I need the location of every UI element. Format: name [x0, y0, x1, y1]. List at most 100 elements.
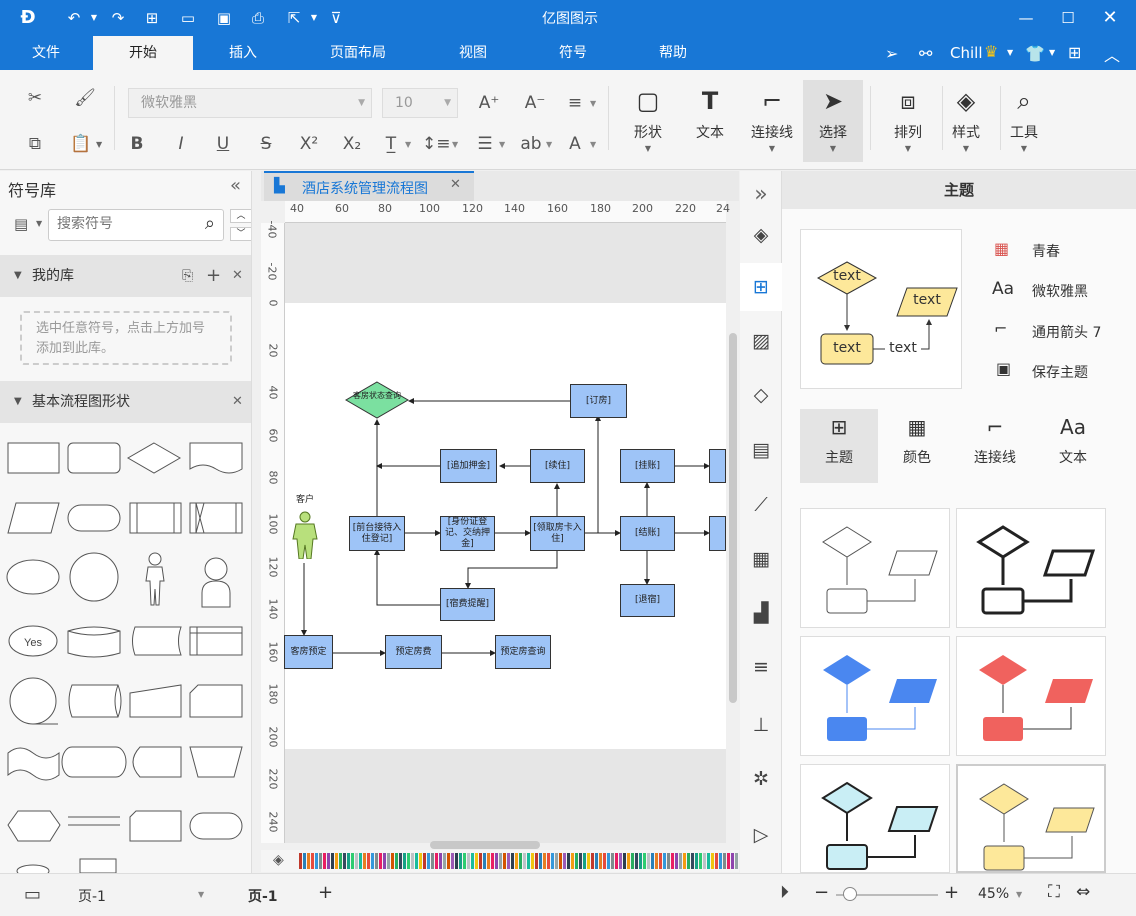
save-icon[interactable]: ▣ — [214, 8, 234, 28]
flow-node-charge[interactable]: [挂账] — [620, 449, 675, 483]
apps-icon[interactable]: ⊞ — [1068, 43, 1081, 62]
add-icon[interactable]: + — [206, 255, 221, 297]
menu-symbol[interactable]: 符号 — [537, 36, 609, 70]
format-painter-icon[interactable]: 🖌 — [72, 86, 98, 110]
image-icon[interactable]: ▨ — [740, 317, 782, 365]
drawing-page[interactable]: 客户 客房状态查询 [订房] [追加押金] [续住] [挂账] [前台接待入住登… — [284, 303, 726, 749]
bullets-icon[interactable]: ☰ — [472, 132, 498, 156]
paste-icon[interactable]: 📋 — [68, 132, 94, 156]
fill-bucket-icon[interactable]: ◈ — [273, 852, 284, 868]
document-tab[interactable]: ▙ 酒店系统管理流程图 ✕ — [264, 171, 474, 201]
theme-connector[interactable]: 通用箭头 7 — [1032, 322, 1101, 342]
paste-dropdown-icon[interactable]: ▼ — [96, 140, 102, 149]
page-view-icon[interactable]: ▭ — [24, 884, 41, 905]
maximize-icon[interactable]: ☐ — [1056, 6, 1080, 30]
symbol-search-input[interactable] — [57, 216, 187, 232]
collapse-panel-icon[interactable]: « — [230, 175, 241, 196]
symbol-search-box[interactable]: ⌕ — [48, 209, 224, 241]
theme-thumb-blue[interactable] — [800, 636, 950, 756]
library-menu-dropdown-icon[interactable]: ▼ — [36, 219, 42, 228]
canvas-vertical-scrollbar[interactable] — [727, 223, 739, 843]
theme-font[interactable]: 微软雅黑 — [1032, 281, 1088, 301]
import-icon[interactable]: ⎘ — [182, 255, 193, 297]
arrange-button[interactable]: ⧈ 排列 ▼ — [878, 80, 938, 162]
user-name[interactable]: Chill — [950, 44, 982, 62]
presentation-icon[interactable]: ▷ — [740, 811, 782, 859]
close-icon[interactable]: ✕ — [232, 255, 243, 297]
save-theme-button[interactable]: 保存主题 — [1032, 362, 1088, 382]
increase-font-icon[interactable]: A⁺ — [476, 91, 502, 115]
export-icon[interactable]: ⇱ — [284, 8, 304, 28]
select-tool-button[interactable]: ➤ 选择 ▼ — [803, 80, 863, 162]
text-case-icon[interactable]: ab — [518, 132, 544, 156]
bold-icon[interactable]: B — [124, 132, 150, 156]
page-select-dropdown-icon[interactable]: ▼ — [198, 890, 204, 899]
flow-node-card[interactable]: [领取房卡入住] — [530, 516, 585, 551]
align-dropdown-icon[interactable]: ▼ — [590, 99, 596, 108]
close-icon[interactable]: ✕ — [232, 381, 243, 423]
close-window-icon[interactable]: ✕ — [1098, 6, 1122, 30]
theme-thumb-red[interactable] — [956, 636, 1106, 756]
menu-help[interactable]: 帮助 — [637, 36, 709, 70]
font-color-dropdown-icon[interactable]: ▼ — [590, 140, 596, 149]
tools-button[interactable]: ⌕ 工具 ▼ — [994, 80, 1054, 162]
building-icon[interactable]: ▟ — [740, 589, 782, 637]
text-format-dropdown-icon[interactable]: ▼ — [405, 140, 411, 149]
theme-thumb-outline[interactable] — [800, 508, 950, 628]
library-menu-icon[interactable]: ▤ — [14, 215, 28, 233]
menu-home[interactable]: 开始 — [93, 36, 193, 70]
theme-thumb-yellow-selected[interactable] — [956, 764, 1106, 873]
basic-shapes-grid[interactable]: Yes — [0, 427, 252, 873]
share-icon[interactable]: ⚯ — [919, 44, 932, 63]
gantt-icon[interactable]: ≡ — [740, 643, 782, 691]
scroll-down-button[interactable]: ﹀ — [230, 227, 251, 241]
search-icon[interactable]: ⌕ — [205, 213, 215, 234]
text-case-dropdown-icon[interactable]: ▼ — [546, 140, 552, 149]
mindmap-icon[interactable]: ✲ — [740, 755, 782, 803]
connector-tool-button[interactable]: ⌐ 连接线 ▼ — [742, 80, 802, 162]
theme-thumb-bold[interactable] — [956, 508, 1106, 628]
customize-toolbar-icon[interactable]: ⊽ — [326, 8, 346, 28]
style-button[interactable]: ◈ 样式 ▼ — [936, 80, 996, 162]
strikethrough-icon[interactable]: S — [253, 132, 279, 156]
italic-icon[interactable]: I — [168, 132, 194, 156]
close-tab-icon[interactable]: ✕ — [450, 177, 461, 192]
fit-width-icon[interactable]: ⇔ — [1076, 882, 1090, 902]
theme-icon[interactable]: ⊞ — [740, 263, 782, 311]
flow-node-id-deposit[interactable]: [身份证登记、交纳押金] — [440, 516, 495, 551]
flow-node-partial-2[interactable] — [709, 516, 726, 551]
collapse-triangle-icon[interactable]: ▼ — [14, 255, 22, 297]
add-page-icon[interactable]: + — [318, 882, 333, 903]
my-library-header[interactable]: ▼ 我的库 ⎘ + ✕ — [0, 255, 251, 297]
theme-tab-connector[interactable]: ⌐ 连接线 — [956, 409, 1034, 483]
line-spacing-dropdown-icon[interactable]: ▼ — [452, 140, 458, 149]
theme-thumb-cyan[interactable] — [800, 764, 950, 873]
undo-icon[interactable]: ↶ — [64, 8, 84, 28]
shape-tool-button[interactable]: ▢ 形状 ▼ — [618, 80, 678, 162]
menu-page-layout[interactable]: 页面布局 — [310, 36, 406, 70]
layers-icon[interactable]: ◇ — [740, 371, 782, 419]
open-folder-icon[interactable]: ▭ — [178, 8, 198, 28]
menu-file[interactable]: 文件 — [10, 36, 82, 70]
flow-node-leave[interactable]: [退宿] — [620, 584, 675, 617]
cut-icon[interactable]: ✂ — [22, 86, 48, 110]
copy-icon[interactable]: ⧉ — [22, 132, 48, 156]
zoom-slider-handle[interactable] — [843, 887, 857, 901]
skin-icon[interactable]: 👕 — [1025, 44, 1045, 63]
flow-node-extend[interactable]: [续住] — [530, 449, 585, 483]
flow-node-reserve-fee[interactable]: 预定房费 — [385, 635, 442, 669]
flow-node-reserve-query[interactable]: 预定房查询 — [495, 635, 551, 669]
flow-node-fee-remind[interactable]: [宿费提醒] — [440, 588, 495, 621]
superscript-icon[interactable]: X² — [296, 132, 322, 156]
canvas-horizontal-scrollbar[interactable] — [430, 841, 540, 849]
collapse-ribbon-icon[interactable]: ︿ — [1104, 42, 1120, 66]
zoom-level[interactable]: 45% — [978, 886, 1009, 902]
menu-view[interactable]: 视图 — [437, 36, 509, 70]
new-file-icon[interactable]: ⊞ — [142, 8, 162, 28]
minimize-icon[interactable]: — — [1014, 6, 1038, 30]
text-tool-button[interactable]: T 文本 — [680, 80, 740, 162]
table-icon[interactable]: ▦ — [740, 535, 782, 583]
font-color-icon[interactable]: A — [562, 132, 588, 156]
flow-node-extra-deposit[interactable]: [追加押金] — [440, 449, 497, 483]
play-icon[interactable]: ⏵ — [780, 882, 789, 903]
